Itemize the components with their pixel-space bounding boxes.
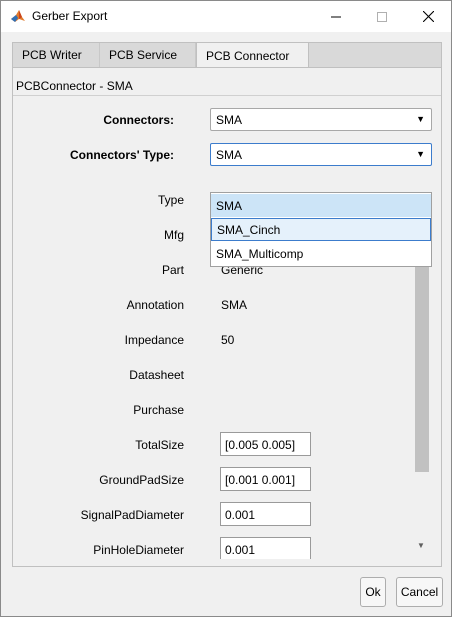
signalpad-field[interactable]: 0.001 [220,502,311,526]
pcb-connector-panel: PCBConnector - SMA Connectors: SMA ▼ Con… [12,67,442,567]
totalsize-field[interactable]: [0.005 0.005] [220,432,311,456]
totalsize-value: [0.005 0.005] [225,438,296,452]
close-icon [422,11,434,22]
totalsize-label: TotalSize [135,438,184,452]
type-label: Type [157,193,184,207]
impedance-value: 50 [221,333,235,347]
tab-pcb-service[interactable]: PCB Service [100,43,196,67]
tab-pcb-writer[interactable]: PCB Writer [13,43,100,67]
groundpad-value: [0.001 0.001] [225,473,296,487]
gerber-export-window: Gerber Export PCB Writer PCB Service PCB… [0,0,452,617]
title-bar: Gerber Export [1,1,451,32]
cancel-button[interactable]: Cancel [396,577,443,607]
ok-button[interactable]: Ok [360,577,386,607]
window-title: Gerber Export [32,9,108,23]
groundpad-label: GroundPadSize [99,473,184,487]
connectors-type-label: Connectors' Type: [70,148,174,162]
mfg-label: Mfg [163,228,184,242]
dropdown-option-sma-multicomp[interactable]: SMA_Multicomp [211,242,431,265]
maximize-button[interactable] [359,1,405,32]
impedance-label: Impedance [124,333,184,347]
connectors-type-dropdown: SMA SMA_Cinch SMA_Multicomp [210,192,432,267]
signalpad-label: SignalPadDiameter [80,508,184,522]
annotation-value: SMA [221,298,248,312]
chevron-down-icon: ▼ [416,114,425,124]
scrollbar-thumb[interactable] [415,234,429,472]
pinhole-value: 0.001 [225,543,256,557]
pinhole-field[interactable]: 0.001 [220,537,311,559]
scroll-down-icon[interactable]: ▼ [417,541,425,550]
connectors-type-select[interactable]: SMA ▼ [210,143,432,166]
close-button[interactable] [405,1,451,32]
maximize-icon [377,11,387,22]
connectors-type-select-value: SMA [216,148,243,162]
divider [13,95,441,96]
dropdown-option-sma[interactable]: SMA [211,194,431,217]
scrollbar[interactable]: ▼ [414,234,431,570]
matlab-icon [10,8,26,24]
pinhole-label: PinHoleDiameter [93,543,184,557]
annotation-label: Annotation [126,298,184,312]
connectors-label: Connectors: [103,113,174,127]
chevron-down-icon: ▼ [416,149,425,159]
minimize-button[interactable] [313,1,359,32]
connectors-select[interactable]: SMA ▼ [210,108,432,131]
groundpad-field[interactable]: [0.001 0.001] [220,467,311,491]
purchase-label: Purchase [133,403,184,417]
minimize-icon [331,16,341,17]
signalpad-value: 0.001 [225,508,256,522]
connectors-select-value: SMA [216,113,243,127]
tab-pcb-connector[interactable]: PCB Connector [196,42,309,68]
tab-strip: PCB Writer PCB Service PCB Connector [12,42,442,68]
tab-group: PCB Writer PCB Service PCB Connector PCB… [12,42,442,567]
dropdown-option-sma-cinch[interactable]: SMA_Cinch [211,218,431,241]
panel-title: PCBConnector - SMA [16,79,133,93]
datasheet-label: Datasheet [129,368,184,382]
part-label: Part [161,263,184,277]
